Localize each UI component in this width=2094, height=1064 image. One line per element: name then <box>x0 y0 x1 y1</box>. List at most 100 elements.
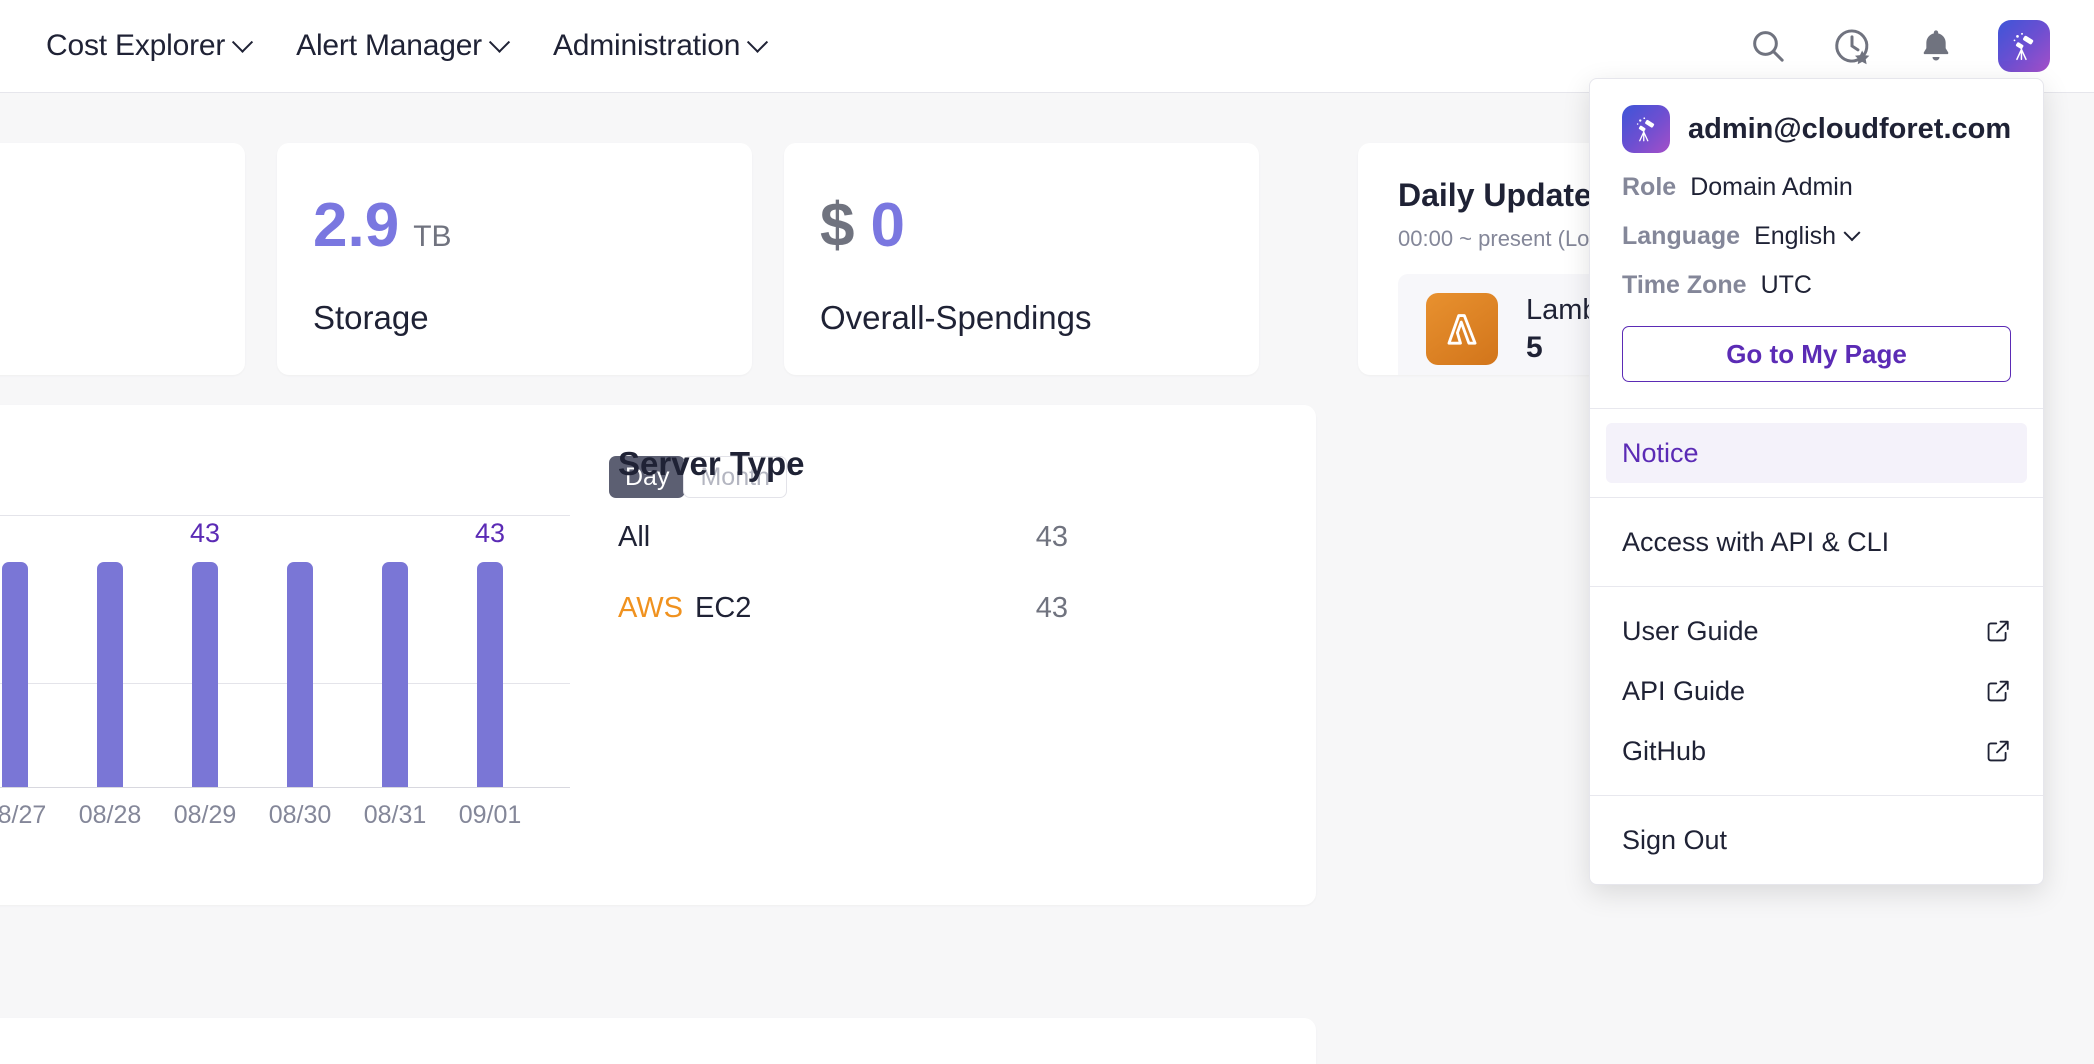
profile-dropdown-menu: admin@cloudforet.com Role Domain Admin L… <box>1589 78 2044 885</box>
menu-item-access-with-api-cli[interactable]: Access with API & CLI <box>1606 512 2027 572</box>
profile-info-section: admin@cloudforet.com Role Domain Admin L… <box>1590 79 2043 408</box>
chart-bar[interactable] <box>2 562 28 787</box>
recent-favorites-button[interactable] <box>1830 24 1874 68</box>
storage-value-row: 2.9 TB <box>313 195 752 257</box>
recent-favorites-icon <box>1835 29 1870 65</box>
profile-field-timezone-key: Time Zone <box>1622 271 1747 299</box>
spendings-label: Overall-Spendings <box>820 299 1092 336</box>
server-type-label-ec2: EC2 <box>694 592 752 624</box>
primary-nav: Cost Explorer Alert Manager Administrati… <box>46 29 769 63</box>
chart-bar-slot[interactable] <box>0 515 50 787</box>
spendings-value-row: $ 0 <box>820 195 1259 257</box>
menu-item-user-guide-label: User Guide <box>1622 615 1759 646</box>
profile-menu-avatar <box>1622 105 1670 153</box>
menu-item-github-label: GitHub <box>1622 735 1707 766</box>
chart-bar-value-label: 43 <box>189 518 221 548</box>
spendings-currency: $ <box>820 191 855 260</box>
server-type-provider-aws: AWS <box>618 592 683 624</box>
daily-updates-item-count: 5 <box>1526 330 1543 364</box>
profile-field-language-key: Language <box>1622 222 1741 250</box>
chart-bar-slot[interactable]: 43 <box>455 515 525 787</box>
nav-item-cost-explorer[interactable]: Cost Explorer <box>46 29 254 63</box>
profile-field-timezone-value: UTC <box>1760 271 1812 299</box>
go-to-my-page-button[interactable]: Go to My Page <box>1622 326 2011 382</box>
notifications-bell-icon <box>1923 30 1949 61</box>
chart-bar-value-label: 43 <box>474 518 506 548</box>
server-type-row-ec2[interactable]: AWS EC2 43 <box>618 592 1068 625</box>
storage-value: 2.9 <box>313 191 400 260</box>
nav-label-cost-explorer: Cost Explorer <box>46 29 226 62</box>
chart-bar[interactable] <box>477 562 503 787</box>
chart-bar-slot[interactable] <box>265 515 335 787</box>
nav-label-administration: Administration <box>552 29 741 62</box>
chart-x-axis-labels: 08/2508/2608/2708/2808/2908/3008/3109/01 <box>0 801 570 841</box>
search-icon <box>1753 31 1784 62</box>
server-type-panel: Server Type All 43 AWS EC2 43 <box>618 445 1138 625</box>
chart-bar-slot[interactable]: 43 <box>170 515 240 787</box>
menu-item-sign-out[interactable]: Sign Out <box>1606 810 2027 870</box>
summary-cards-row: e 2.9 TB Storage $ 0 Overall-Spendings <box>0 143 1259 375</box>
chart-bar[interactable] <box>382 562 408 787</box>
telescope-logo-icon <box>1636 117 1655 142</box>
chart-bar-slot[interactable] <box>360 515 430 787</box>
server-type-name-all: All <box>618 521 650 554</box>
menu-group-api: Access with API & CLI <box>1590 498 2043 586</box>
menu-item-github[interactable]: GitHub <box>1606 721 2027 781</box>
profile-field-role: Role Domain Admin <box>1622 173 2011 202</box>
summary-card-overall-spendings[interactable]: $ 0 Overall-Spendings <box>784 143 1259 375</box>
summary-card-storage[interactable]: 2.9 TB Storage <box>277 143 752 375</box>
nav-item-administration[interactable]: Administration <box>552 29 769 63</box>
storage-label: Storage <box>313 299 429 336</box>
profile-avatar-button[interactable] <box>1998 20 2050 72</box>
daily-updates-item-text: Lamb 5 <box>1526 294 1599 365</box>
menu-item-api-guide[interactable]: API Guide <box>1606 661 2027 721</box>
nav-label-alert-manager: Alert Manager <box>296 29 482 62</box>
server-summary-card: Day Month 434343 08/2508/2608/2708/2808/… <box>0 405 1316 905</box>
server-type-count-ec2: 43 <box>1035 592 1068 624</box>
menu-group-resources: User Guide API Guide GitHub <box>1590 587 2043 795</box>
server-type-label-all: All <box>618 521 651 553</box>
topbar-actions <box>1746 20 2050 72</box>
summary-card-partial[interactable]: e <box>0 143 245 375</box>
spendings-value: 0 <box>870 191 905 260</box>
menu-item-api-guide-label: API Guide <box>1622 675 1746 706</box>
nav-item-alert-manager[interactable]: Alert Manager <box>296 29 511 63</box>
lambda-glyph <box>1447 314 1477 345</box>
external-link-icon <box>1985 678 2011 704</box>
profile-field-language[interactable]: Language English <box>1622 222 2011 251</box>
chevron-down-icon <box>747 31 769 53</box>
notifications-button[interactable] <box>1914 24 1958 68</box>
menu-group-notice: Notice <box>1590 409 2043 497</box>
chart-x-label: 08/31 <box>363 801 427 829</box>
server-type-name-ec2: AWS EC2 <box>618 592 751 625</box>
profile-user-row: admin@cloudforet.com <box>1622 105 2011 153</box>
profile-field-timezone: Time Zone UTC <box>1622 271 2011 300</box>
chart-x-label: 08/27 <box>0 801 47 829</box>
dashboard-screen: Cost Explorer Alert Manager Administrati… <box>0 0 2094 1064</box>
server-type-count-all: 43 <box>1035 521 1068 553</box>
chart-x-label: 08/29 <box>173 801 237 829</box>
chart-x-label: 09/01 <box>458 801 522 829</box>
chevron-down-icon <box>1843 223 1861 241</box>
telescope-logo-icon <box>2013 32 2034 61</box>
menu-item-user-guide[interactable]: User Guide <box>1606 601 2027 661</box>
menu-item-sign-out-label: Sign Out <box>1622 824 1728 855</box>
chart-axis-line <box>0 787 570 788</box>
chart-bar[interactable] <box>287 562 313 787</box>
menu-item-notice[interactable]: Notice <box>1606 423 2027 483</box>
server-type-row-all[interactable]: All 43 <box>618 521 1068 554</box>
chart-bar[interactable] <box>192 562 218 787</box>
profile-field-language-value: English <box>1754 222 1837 250</box>
chart-x-label: 08/30 <box>268 801 332 829</box>
chart-bar-slot[interactable] <box>75 515 145 787</box>
lower-panel-card <box>0 1018 1316 1064</box>
search-button[interactable] <box>1746 24 1790 68</box>
chart-x-label: 08/28 <box>78 801 142 829</box>
menu-group-signout: Sign Out <box>1590 796 2043 884</box>
profile-field-role-value: Domain Admin <box>1690 173 1853 201</box>
daily-updates-item-name: Lamb <box>1526 293 1599 326</box>
profile-field-language-value-wrap: English <box>1754 222 1861 251</box>
external-link-icon <box>1985 618 2011 644</box>
profile-field-role-key: Role <box>1622 173 1677 201</box>
chart-bar[interactable] <box>97 562 123 787</box>
